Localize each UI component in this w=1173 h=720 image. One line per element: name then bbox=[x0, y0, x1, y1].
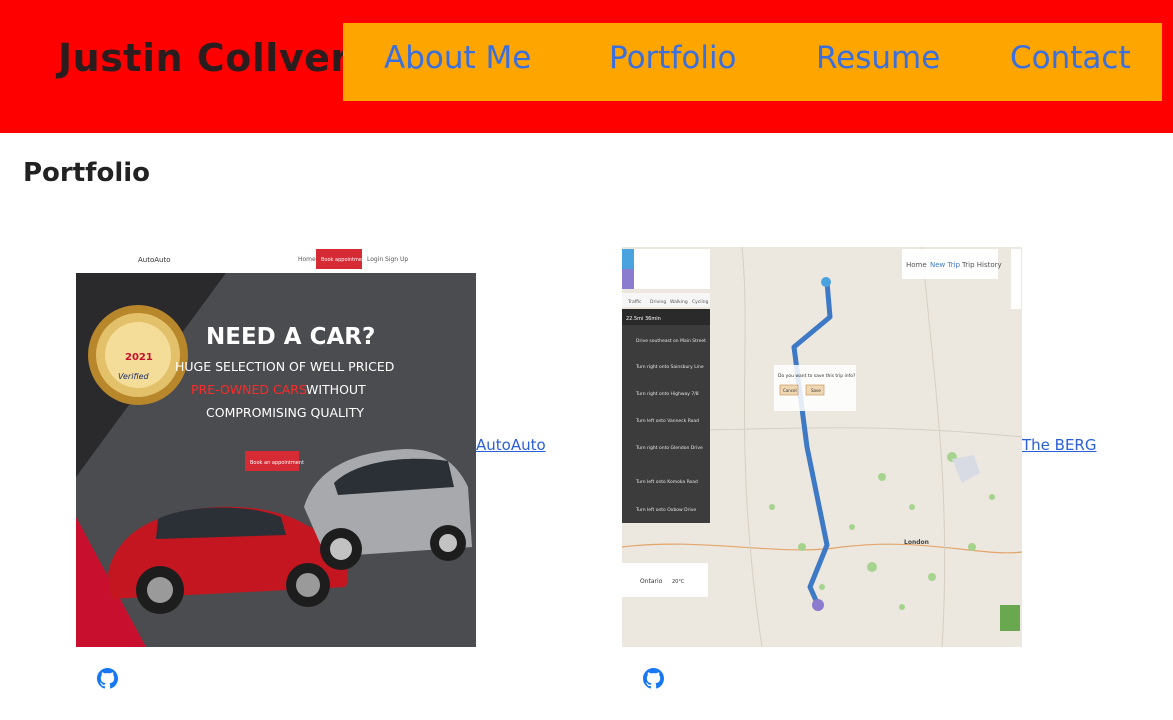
berg-nav-trip-history: Trip History bbox=[961, 261, 1002, 269]
thumb-tagline-2b: WITHOUT bbox=[306, 382, 366, 397]
map-city-label: London bbox=[904, 539, 929, 546]
step-6: Turn left onto Komoka Road bbox=[635, 479, 698, 485]
step-3: Turn right onto Highway 7/8 bbox=[635, 391, 699, 397]
github-icon[interactable] bbox=[643, 668, 664, 689]
save-trip-prompt: Do you want to save this trip info? bbox=[778, 373, 856, 379]
thumb-nav-login: Login bbox=[367, 256, 383, 263]
project-link-the-berg[interactable]: The BERG bbox=[1022, 436, 1096, 454]
step-4: Turn left onto Vanneck Road bbox=[635, 418, 699, 424]
github-icon[interactable] bbox=[97, 668, 118, 689]
section-title: Portfolio bbox=[23, 158, 151, 188]
autoauto-screenshot[interactable]: AutoAuto Home Book appointment Login Sig… bbox=[76, 247, 476, 647]
weather-place: Ontario bbox=[640, 578, 663, 585]
thumb-headline: NEED A CAR? bbox=[206, 324, 375, 350]
brand-title: Justin Collver bbox=[58, 36, 350, 80]
route-summary: 22.5mi 36min bbox=[626, 316, 661, 322]
berg-nav-new-trip: New Trip bbox=[930, 261, 961, 269]
thumb-tagline-2a: PRE-OWNED CARS bbox=[191, 382, 307, 397]
modal-cancel: Cancel bbox=[783, 388, 797, 393]
thumb-site-name: AutoAuto bbox=[138, 256, 171, 264]
step-2: Turn right onto Sainsbury Line bbox=[635, 364, 704, 370]
badge-text: Verified bbox=[118, 372, 150, 381]
thumb-nav-home: Home bbox=[298, 256, 316, 263]
nav-about-me[interactable]: About Me bbox=[384, 40, 531, 76]
nav-contact[interactable]: Contact bbox=[1010, 40, 1131, 76]
thumb-nav-signup: Sign Up bbox=[385, 256, 408, 263]
weather-temp: 20°C bbox=[672, 579, 685, 585]
mode-driving: Driving bbox=[650, 299, 666, 305]
step-1: Drive southeast on Main Street bbox=[636, 338, 706, 344]
step-7: Turn left onto Oxbow Drive bbox=[635, 507, 696, 513]
project-link-autoauto[interactable]: AutoAuto bbox=[476, 436, 546, 454]
thumb-tagline-1: HUGE SELECTION OF WELL PRICED bbox=[175, 359, 394, 374]
mode-traffic: Traffic bbox=[627, 299, 642, 305]
mode-cycling: Cycling bbox=[692, 299, 709, 305]
step-5: Turn right onto Glendon Drive bbox=[635, 445, 703, 451]
badge-year: 2021 bbox=[125, 352, 153, 363]
modal-save: Save bbox=[811, 388, 821, 393]
nav-resume[interactable]: Resume bbox=[816, 40, 940, 76]
thumb-nav-book: Book appointment bbox=[321, 257, 367, 263]
thumb-tagline-3: COMPROMISING QUALITY bbox=[206, 405, 364, 420]
nav-portfolio[interactable]: Portfolio bbox=[609, 40, 737, 76]
main-nav: About Me Portfolio Resume Contact bbox=[343, 23, 1162, 101]
the-berg-screenshot[interactable]: Traffic Driving Walking Cycling 22.5mi 3… bbox=[622, 247, 1022, 647]
berg-nav-home: Home bbox=[906, 261, 927, 269]
mode-walking: Walking bbox=[670, 299, 688, 305]
thumb-cta: Book an appointment bbox=[250, 460, 304, 466]
site-header: Justin Collver About Me Portfolio Resume… bbox=[0, 0, 1173, 133]
